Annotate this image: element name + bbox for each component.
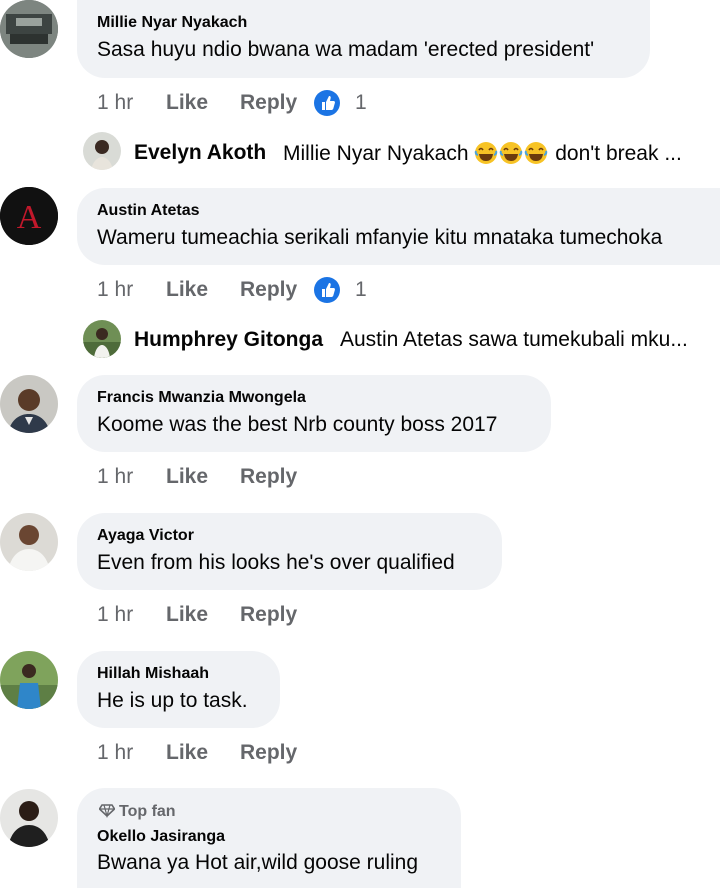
top-fan-diamond-icon	[98, 802, 116, 819]
reply-text: Millie Nyar Nyakach don't break ...	[283, 141, 682, 166]
comment-author[interactable]: Millie Nyar Nyakach	[97, 14, 247, 32]
comment-time[interactable]: 1 hr	[97, 91, 133, 115]
comment-text: He is up to task.	[97, 689, 248, 712]
like-button[interactable]: Like	[166, 91, 208, 115]
avatar-letter: A	[17, 199, 42, 236]
like-button[interactable]: Like	[166, 603, 208, 627]
top-fan-badge: Top fan	[98, 802, 176, 821]
comment-time[interactable]: 1 hr	[97, 465, 133, 489]
comment-time[interactable]: 1 hr	[97, 278, 133, 302]
comment-text: Sasa huyu ndio bwana wa madam 'erected p…	[97, 38, 595, 61]
avatar-francis[interactable]	[0, 375, 58, 433]
reply-text-rest: don't break ...	[555, 142, 682, 165]
reply-button[interactable]: Reply	[240, 603, 297, 627]
thumbs-up-icon	[314, 277, 340, 303]
comment-text: Even from his looks he's over qualified	[97, 551, 455, 574]
comment-author[interactable]: Francis Mwanzia Mwongela	[97, 389, 306, 407]
reply-button[interactable]: Reply	[240, 91, 297, 115]
comment-author[interactable]: Hillah Mishaah	[97, 665, 209, 683]
avatar-okello[interactable]	[0, 789, 58, 847]
comment-author[interactable]: Okello Jasiranga	[97, 828, 225, 846]
reply-button[interactable]: Reply	[240, 741, 297, 765]
comment-time[interactable]: 1 hr	[97, 603, 133, 627]
comment-author[interactable]: Ayaga Victor	[97, 527, 194, 545]
thumbs-up-icon	[314, 90, 340, 116]
laughing-emoji-icon	[474, 141, 498, 165]
avatar-millie[interactable]	[0, 0, 58, 58]
like-button[interactable]: Like	[166, 465, 208, 489]
reaction-count[interactable]: 1	[355, 91, 367, 115]
avatar-hillah[interactable]	[0, 651, 58, 709]
reply-mention: Millie Nyar Nyakach	[283, 142, 469, 165]
avatar-humphrey[interactable]	[83, 320, 121, 358]
comment-time[interactable]: 1 hr	[97, 741, 133, 765]
reply-button[interactable]: Reply	[240, 278, 297, 302]
laughing-emoji-icon	[499, 141, 523, 165]
like-button[interactable]: Like	[166, 741, 208, 765]
reply-author[interactable]: Humphrey Gitonga	[134, 328, 323, 352]
laughing-emoji-icon	[524, 141, 548, 165]
comment-author[interactable]: Austin Atetas	[97, 202, 200, 220]
avatar-austin[interactable]: A	[0, 187, 58, 245]
reply-text: Austin Atetas sawa tumekubali mku...	[340, 328, 688, 351]
comment-text: Wameru tumeachia serikali mfanyie kitu m…	[97, 226, 663, 249]
avatar-ayaga[interactable]	[0, 513, 58, 571]
like-button[interactable]: Like	[166, 278, 208, 302]
comment-text: Bwana ya Hot air,wild goose ruling	[97, 851, 419, 874]
reply-author[interactable]: Evelyn Akoth	[134, 141, 266, 165]
top-fan-label: Top fan	[119, 803, 176, 820]
avatar-evelyn[interactable]	[83, 132, 121, 170]
reaction-count[interactable]: 1	[355, 278, 367, 302]
comment-text: Koome was the best Nrb county boss 2017	[97, 413, 498, 436]
reply-button[interactable]: Reply	[240, 465, 297, 489]
